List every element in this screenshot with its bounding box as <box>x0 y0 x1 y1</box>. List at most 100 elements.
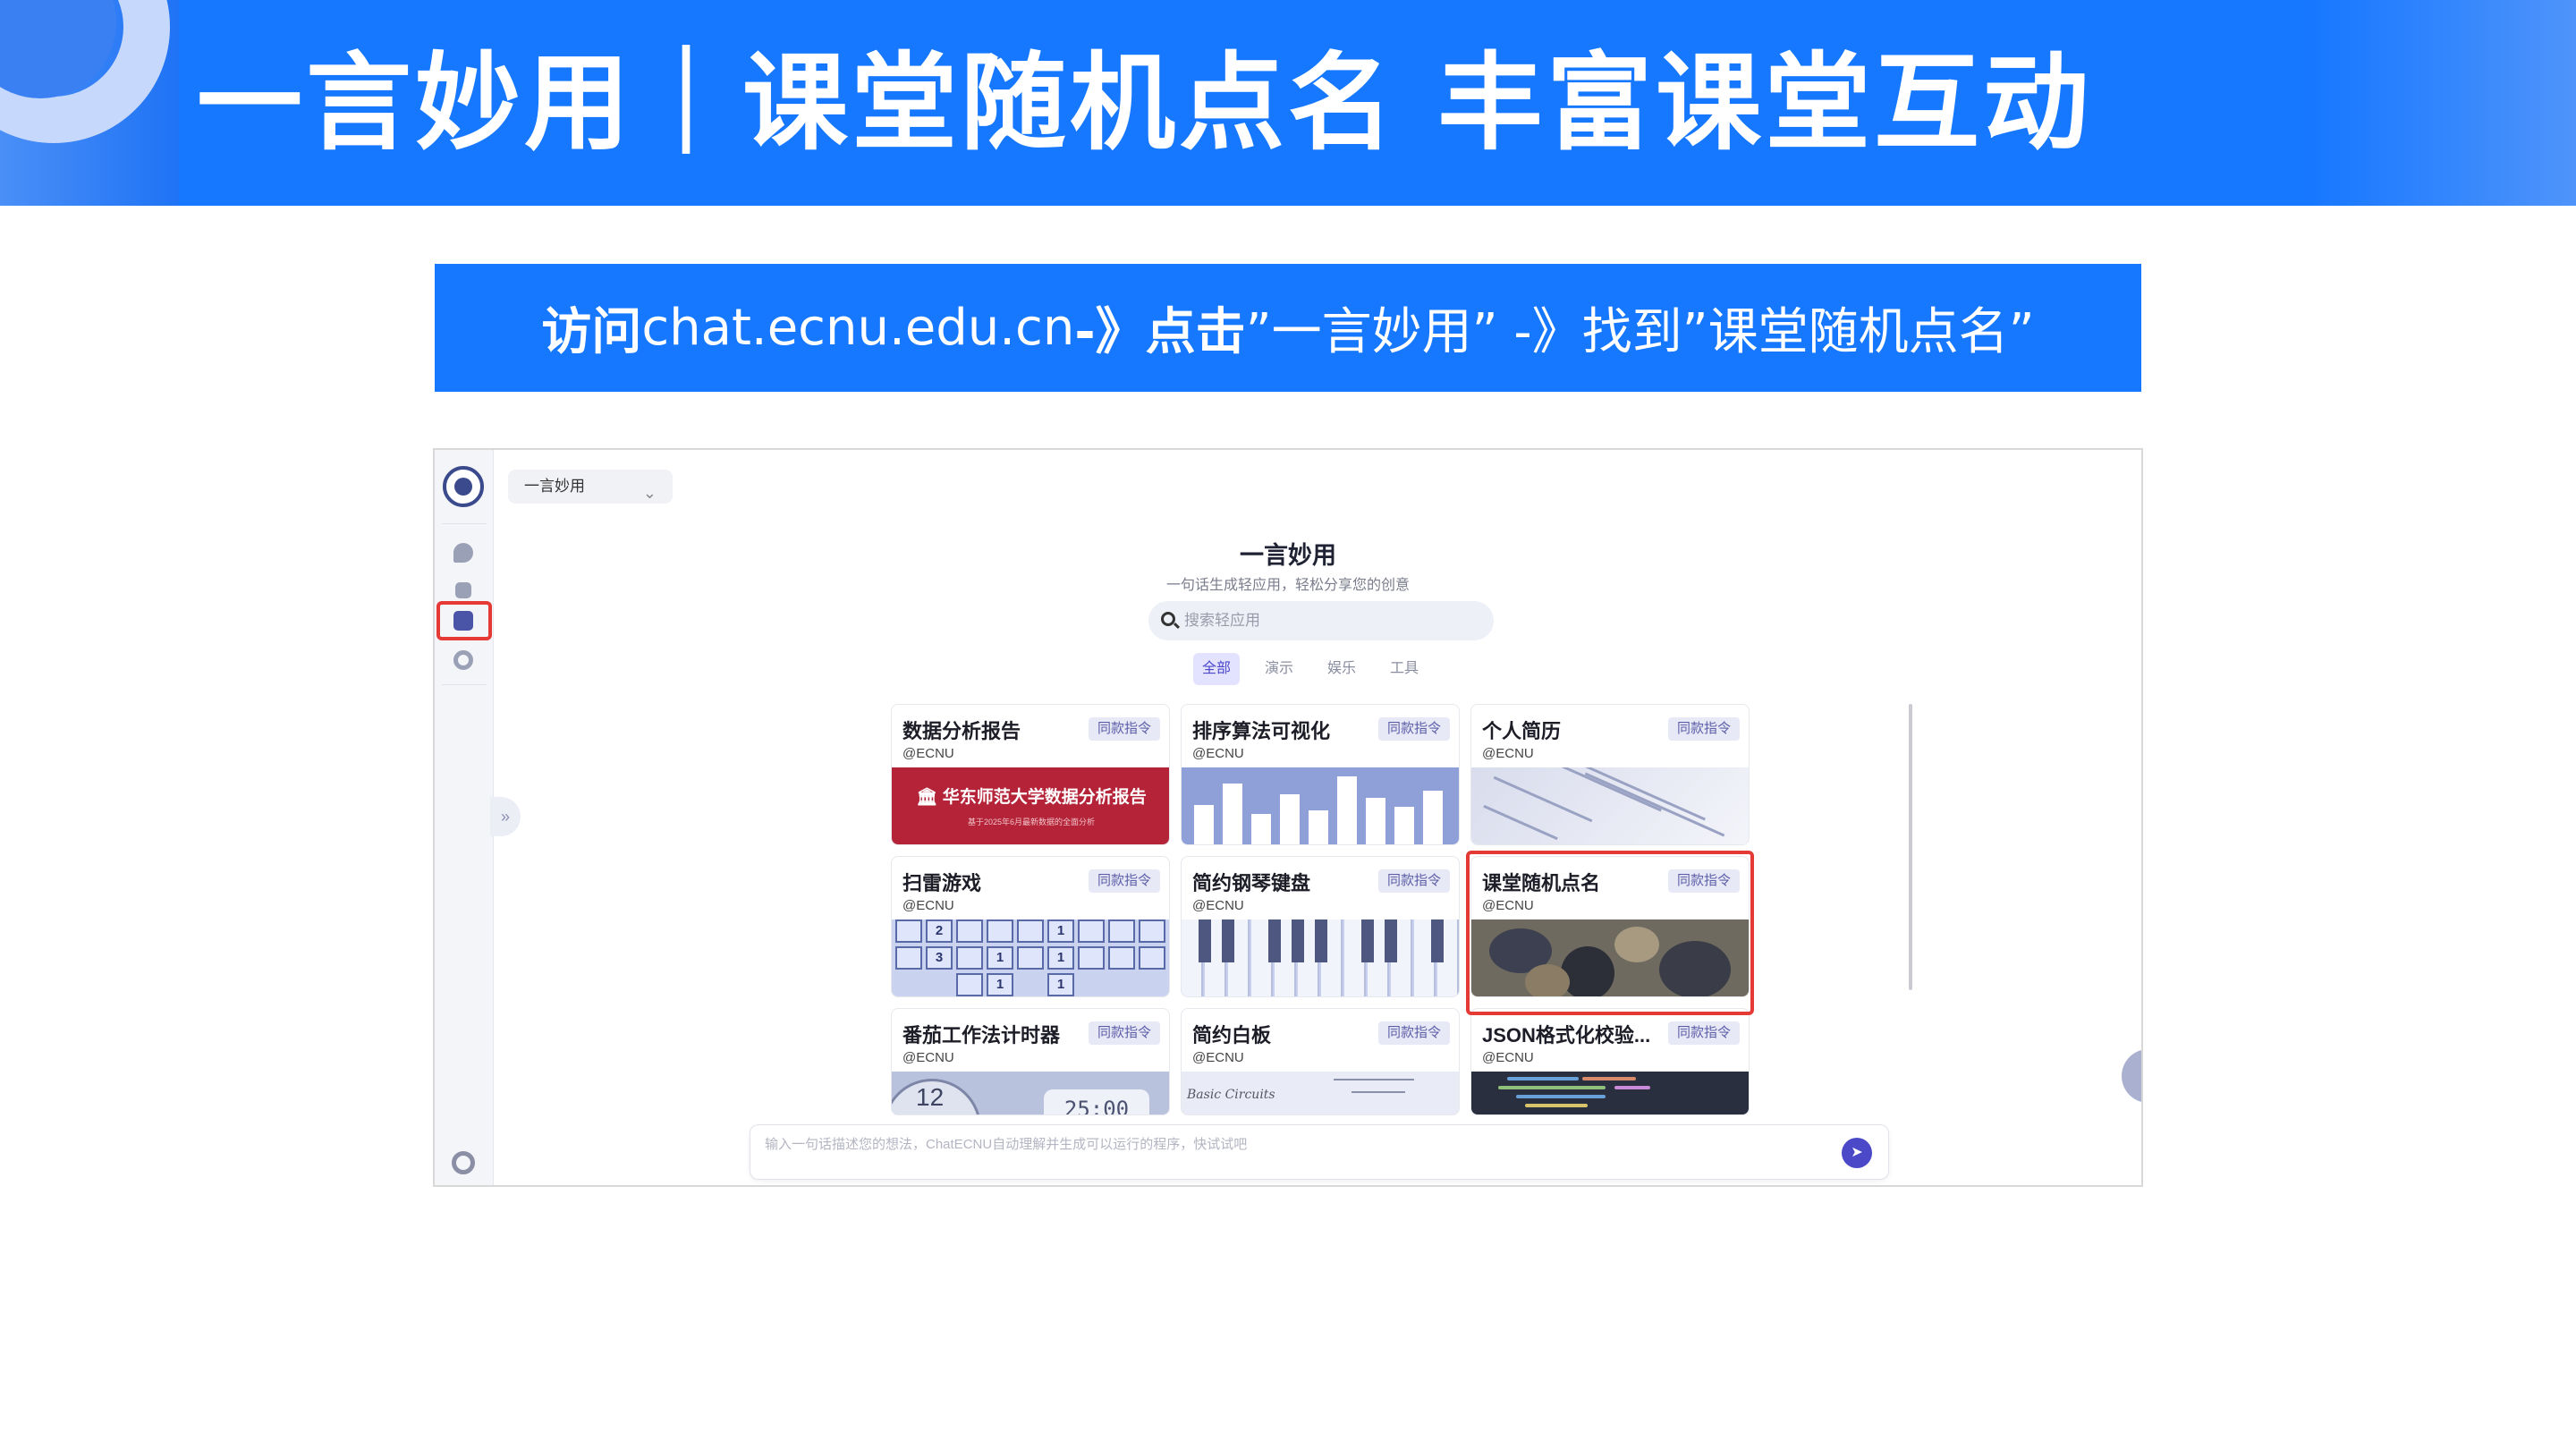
mine-cell <box>956 919 983 943</box>
copy-prompt-button[interactable]: 同款指令 <box>1377 1021 1450 1045</box>
app-card-resume[interactable]: 个人简历 同款指令 @ECNU <box>1470 704 1750 845</box>
app-card-sorting-visualizer[interactable]: 排序算法可视化 同款指令 @ECNU <box>1181 704 1460 845</box>
scrollbar[interactable] <box>1909 704 1912 990</box>
search-input[interactable]: 搜索轻应用 <box>1148 601 1494 640</box>
clock-icon: 12 <box>892 1079 981 1114</box>
mine-cell: 1 <box>1047 973 1074 996</box>
mine-cell: 1 <box>987 973 1013 996</box>
card-author: @ECNU <box>902 898 954 913</box>
card-title: 简约白板 <box>1192 1024 1272 1046</box>
mine-cell <box>1017 919 1044 943</box>
mine-cell: 3 <box>926 946 953 970</box>
mine-cell <box>956 973 983 996</box>
app-card-minesweeper[interactable]: 扫雷游戏 同款指令 @ECNU 2 1 3 1 1 1 1 <box>891 856 1170 997</box>
card-author: @ECNU <box>1482 746 1534 761</box>
piano-black-key <box>1199 919 1211 962</box>
card-author: @ECNU <box>902 1050 954 1065</box>
circle-icon[interactable] <box>453 650 473 670</box>
page-title: 一言妙用 <box>1240 542 1336 569</box>
chevron-down-icon: ⌄ <box>642 484 657 502</box>
university-seal-icon[interactable] <box>443 466 484 507</box>
card-author: @ECNU <box>1192 746 1244 761</box>
copy-prompt-button[interactable]: 同款指令 <box>1667 1021 1740 1045</box>
piano-black-key <box>1431 919 1444 962</box>
sort-bar <box>1280 794 1300 844</box>
card-thumbnail <box>1471 767 1749 844</box>
code-line <box>1507 1077 1579 1080</box>
card-thumbnail <box>1182 767 1459 844</box>
sort-bar <box>1251 814 1271 844</box>
slide-title: 一言妙用｜课堂随机点名 丰富课堂互动 <box>197 41 2093 165</box>
category-tabs: 全部 演示 娱乐 工具 <box>1193 653 1428 685</box>
card-title: 个人简历 <box>1482 720 1562 742</box>
app-screenshot: 一言妙用 ⌄ » 一言妙用 一句话生成轻应用，轻松分享您的创意 搜索轻应用 全部… <box>433 448 2143 1187</box>
mine-cell <box>956 946 983 970</box>
instruction-visit: 访问 <box>541 303 642 361</box>
mine-cell <box>895 946 922 970</box>
gear-icon[interactable] <box>452 1151 475 1174</box>
timer-display: 25:00 <box>1044 1089 1149 1114</box>
send-icon[interactable]: ➤ <box>1842 1138 1872 1168</box>
mine-cell: 1 <box>1047 919 1074 943</box>
card-title: 扫雷游戏 <box>902 872 982 894</box>
highlight-box-sidebar <box>436 601 492 640</box>
card-author: @ECNU <box>902 746 954 761</box>
card-title: 数据分析报告 <box>902 720 1021 742</box>
tab-all[interactable]: 全部 <box>1193 653 1241 685</box>
dropdown-label: 一言妙用 <box>524 478 585 495</box>
prompt-composer[interactable]: 输入一句话描述您的想法，ChatECNU自动理解并生成可以运行的程序，快试试吧 … <box>750 1124 1889 1180</box>
sort-bar <box>1337 776 1357 844</box>
instruction-banner: 访问 chat.ecnu.edu.cn -》点击 ”一言妙用” -》找到”课堂随… <box>435 264 2141 392</box>
sort-bar <box>1423 791 1443 844</box>
piano-black-key <box>1268 919 1281 962</box>
copy-prompt-button[interactable]: 同款指令 <box>1088 717 1160 741</box>
app-card-pomodoro-timer[interactable]: 番茄工作法计时器 同款指令 @ECNU 12 25:00 <box>891 1008 1170 1115</box>
app-card-data-report[interactable]: 数据分析报告 同款指令 @ECNU 🏛 华东师范大学数据分析报告 基于2025年… <box>891 704 1170 845</box>
slide-header: 一言妙用｜课堂随机点名 丰富课堂互动 <box>0 0 2576 206</box>
app-card-whiteboard[interactable]: 简约白板 同款指令 @ECNU Basic Circuits <box>1181 1008 1460 1115</box>
card-author: @ECNU <box>1192 898 1244 913</box>
card-thumbnail: 2 1 3 1 1 1 1 <box>892 919 1169 996</box>
app-card-json-validator[interactable]: JSON格式化校验... 同款指令 @ECNU <box>1470 1008 1750 1115</box>
piano-black-key <box>1222 919 1234 962</box>
card-title: 排序算法可视化 <box>1192 720 1331 742</box>
copy-prompt-button[interactable]: 同款指令 <box>1088 869 1160 893</box>
floating-assistant-button[interactable] <box>2122 1049 2141 1103</box>
app-card-piano[interactable]: 简约钢琴键盘 同款指令 @ECNU <box>1181 856 1460 997</box>
copy-prompt-button[interactable]: 同款指令 <box>1377 869 1450 893</box>
piano-black-key <box>1361 919 1374 962</box>
tab-demo[interactable]: 演示 <box>1256 653 1302 685</box>
piano-black-key <box>1385 919 1397 962</box>
card-title: 番茄工作法计时器 <box>902 1024 1061 1046</box>
resume-line <box>1584 772 1725 837</box>
search-icon <box>1161 612 1175 626</box>
header-decoration-right <box>2308 0 2576 206</box>
sort-bar <box>1366 798 1385 844</box>
card-thumbnail: 🏛 华东师范大学数据分析报告 基于2025年6月最新数据的全面分析 <box>892 767 1169 844</box>
sort-bar <box>1194 805 1214 844</box>
piano-black-key <box>1315 919 1327 962</box>
copy-prompt-button[interactable]: 同款指令 <box>1667 717 1740 741</box>
page-subtitle: 一句话生成轻应用，轻松分享您的创意 <box>1165 578 1410 593</box>
sidebar-divider <box>442 523 487 524</box>
mine-cell <box>895 919 922 943</box>
thumb-title: 华东师范大学数据分析报告 <box>942 788 1147 807</box>
sidebar-divider <box>442 684 487 685</box>
piano-black-key <box>1292 919 1304 962</box>
copy-prompt-button[interactable]: 同款指令 <box>1377 717 1450 741</box>
highlight-box-card <box>1466 851 1754 1015</box>
card-thumbnail <box>1471 1072 1749 1114</box>
tab-tools[interactable]: 工具 <box>1381 653 1428 685</box>
card-title: 简约钢琴键盘 <box>1192 872 1311 894</box>
mine-cell: 1 <box>987 946 1013 970</box>
card-author: @ECNU <box>1482 1050 1534 1065</box>
tab-entertainment[interactable]: 娱乐 <box>1318 653 1365 685</box>
mine-cell <box>1108 919 1135 943</box>
double-chevron-right-icon[interactable]: » <box>490 797 521 836</box>
composer-placeholder: 输入一句话描述您的想法，ChatECNU自动理解并生成可以运行的程序，快试试吧 <box>765 1137 1248 1152</box>
code-line <box>1498 1086 1606 1089</box>
code-line <box>1516 1095 1606 1098</box>
mine-cell <box>987 919 1013 943</box>
copy-prompt-button[interactable]: 同款指令 <box>1088 1021 1160 1045</box>
app-selector-dropdown[interactable]: 一言妙用 ⌄ <box>508 470 673 504</box>
